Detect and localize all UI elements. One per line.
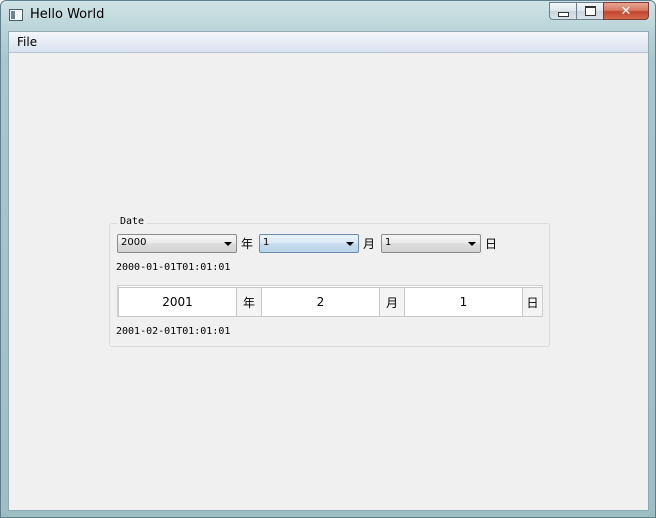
datetime-display-2: 2001-02-01T01:01:01 — [116, 326, 231, 337]
datetime-display-1: 2000-01-01T01:01:01 — [116, 262, 231, 273]
year-cell[interactable]: 2001 — [118, 287, 237, 317]
minimize-button[interactable] — [549, 2, 576, 20]
groupbox-title: Date — [117, 216, 148, 227]
day-combobox[interactable]: 1 — [381, 234, 481, 253]
year-combobox-value: 2000 — [121, 237, 147, 248]
minimize-icon — [557, 11, 569, 17]
year-cell-unit: 年 — [237, 287, 261, 317]
month-combobox-value: 1 — [263, 237, 270, 248]
close-button[interactable]: ✕ — [603, 2, 649, 20]
month-combobox[interactable]: 1 — [259, 234, 359, 253]
chevron-down-icon — [224, 242, 232, 246]
caption-buttons: ✕ — [549, 2, 649, 21]
date-cells-row: 2001 年 2 月 1 日 — [117, 285, 543, 317]
day-cell-unit: 日 — [523, 287, 542, 317]
window-title: Hello World — [30, 7, 105, 22]
year-combobox[interactable]: 2000 — [117, 234, 237, 253]
year-unit-label: 年 — [241, 237, 254, 251]
title-bar[interactable]: Hello World ✕ — [1, 1, 655, 31]
month-unit-label: 月 — [363, 237, 376, 251]
client-area: File Date 2000 年 1 月 1 日 2000-01-01T01:0… — [8, 31, 649, 511]
window-app-icon[interactable] — [9, 9, 23, 21]
maximize-icon — [584, 6, 596, 16]
month-cell[interactable]: 2 — [261, 287, 380, 317]
chevron-down-icon — [468, 242, 476, 246]
menu-bar: File — [9, 32, 648, 53]
day-unit-label: 日 — [485, 237, 498, 251]
day-cell[interactable]: 1 — [404, 287, 523, 317]
date-groupbox: Date 2000 年 1 月 1 日 2000-01-01T01:01:01 — [109, 216, 550, 347]
close-icon: ✕ — [620, 3, 632, 19]
maximize-button[interactable] — [576, 2, 603, 20]
menu-file[interactable]: File — [13, 34, 41, 51]
chevron-down-icon — [346, 242, 354, 246]
app-window: Hello World ✕ File Date 2000 年 1 月 1 日 2… — [0, 0, 656, 518]
month-cell-unit: 月 — [380, 287, 404, 317]
day-combobox-value: 1 — [385, 237, 392, 248]
